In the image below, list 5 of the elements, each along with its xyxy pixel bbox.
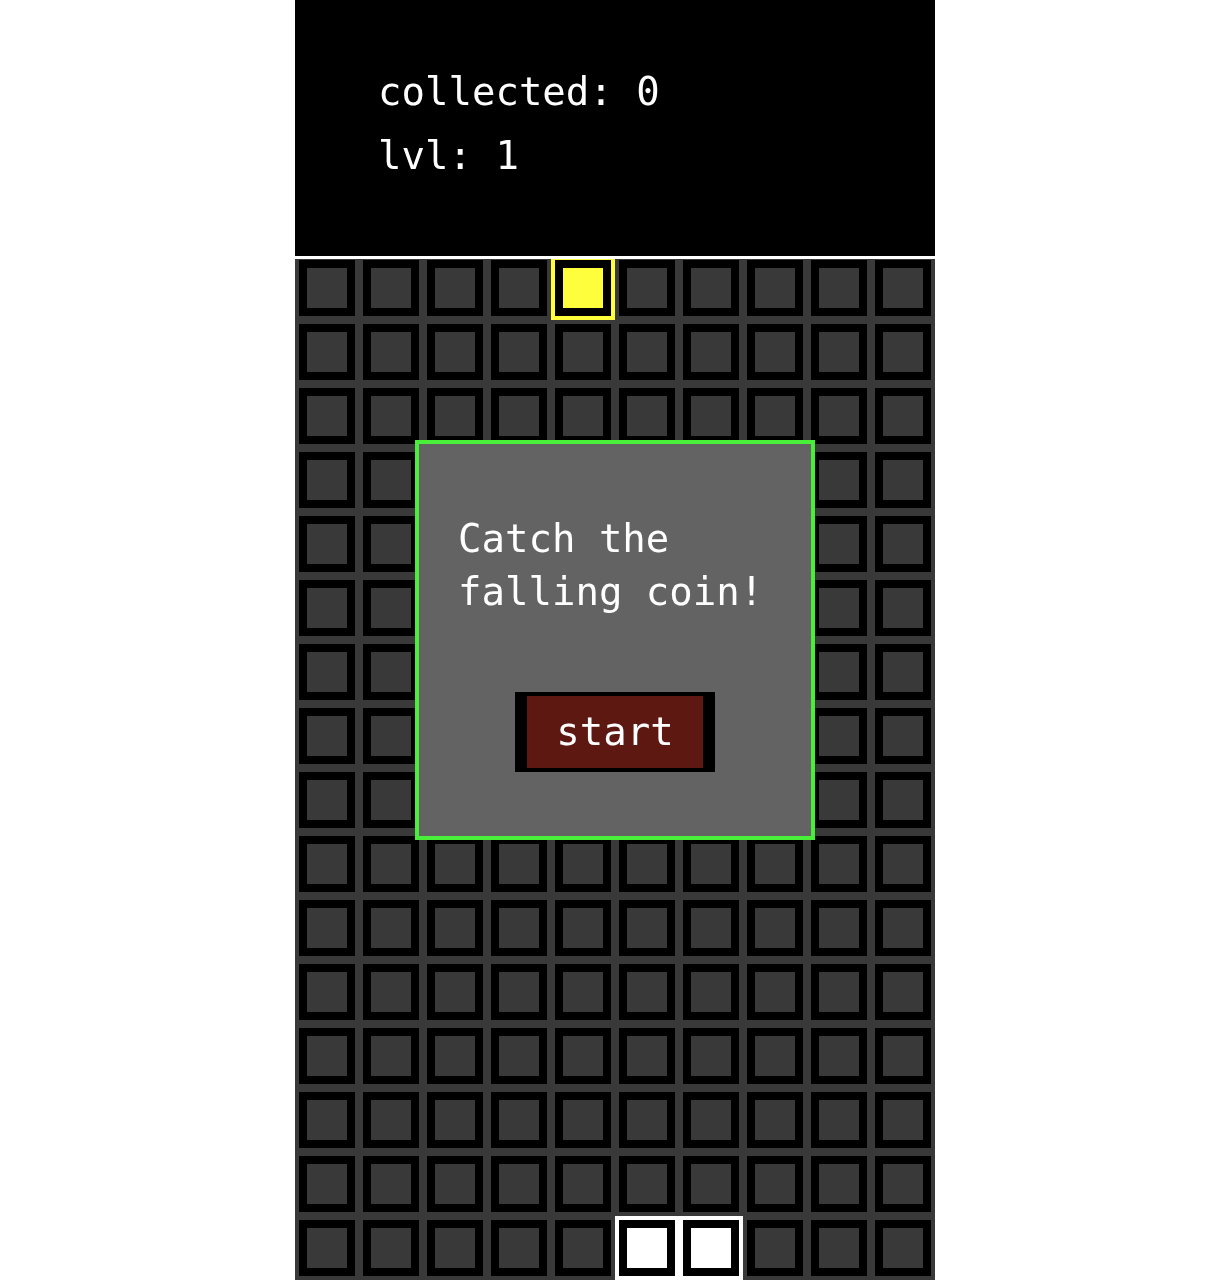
hud-text: lvl: 1 xyxy=(378,132,519,180)
message-text: Catch the falling coin! xyxy=(458,515,765,616)
start-button[interactable]: start xyxy=(515,692,715,772)
coin-tile xyxy=(551,256,615,320)
hud-text: collected: 0 xyxy=(378,68,660,116)
